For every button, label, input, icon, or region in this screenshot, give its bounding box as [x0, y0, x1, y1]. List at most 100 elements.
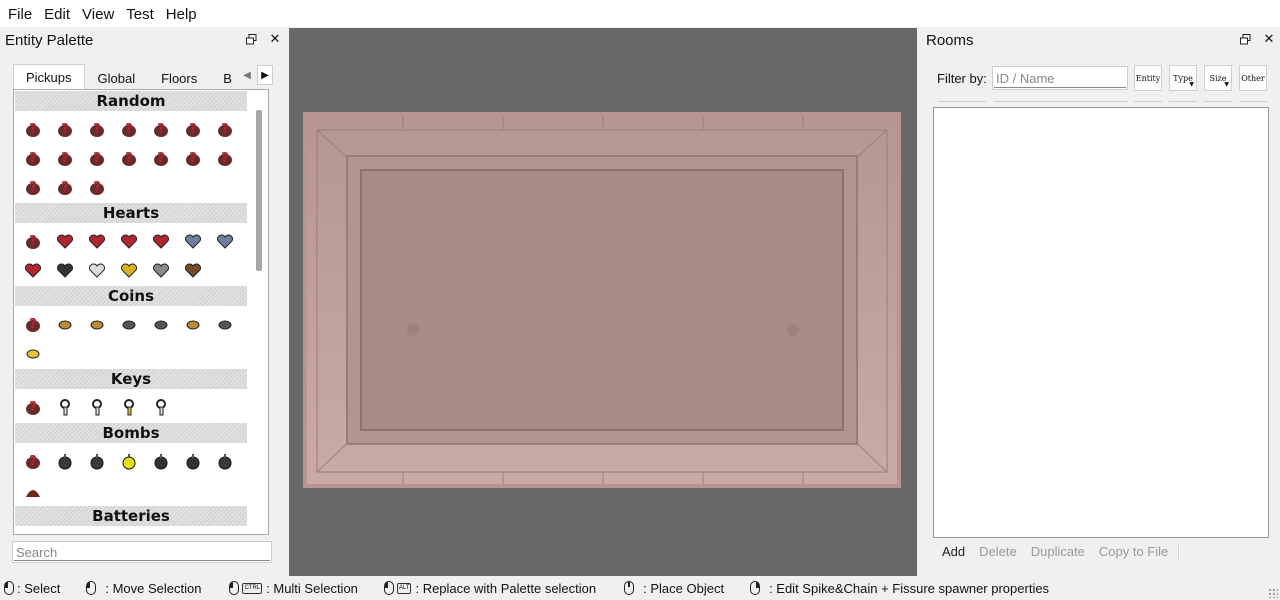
- room-canvas[interactable]: [303, 112, 901, 488]
- random-pickup-icon[interactable]: ?: [17, 114, 49, 143]
- column-header[interactable]: [1169, 97, 1197, 102]
- float-icon[interactable]: [1238, 31, 1252, 47]
- float-icon[interactable]: [244, 31, 258, 47]
- tab-floors[interactable]: Floors: [148, 66, 210, 89]
- resize-grip-icon[interactable]: [1268, 588, 1278, 598]
- gold-heart-icon[interactable]: [113, 255, 145, 284]
- rotten-heart-icon[interactable]: [177, 255, 209, 284]
- random-coin-2-icon[interactable]: ?: [81, 143, 113, 172]
- half-soul-heart-icon[interactable]: [209, 226, 241, 255]
- golden-key-icon[interactable]: [113, 392, 145, 421]
- svg-text:?: ?: [29, 400, 37, 415]
- status-hint-select: : Select: [4, 581, 60, 596]
- random-heart-4-icon[interactable]: ?: [49, 172, 81, 201]
- column-header[interactable]: [994, 97, 1128, 102]
- section-header-bombs: Bombs: [15, 423, 247, 443]
- random-coin-bag-icon[interactable]: ?: [81, 172, 113, 201]
- icon-grid: ?: [15, 443, 247, 506]
- random-chest-icon[interactable]: ?: [209, 114, 241, 143]
- random-multi-icon[interactable]: ?: [17, 143, 49, 172]
- key-icon[interactable]: [49, 392, 81, 421]
- random-bomb-2-icon[interactable]: ?: [145, 143, 177, 172]
- svg-text:?: ?: [93, 151, 101, 166]
- mega-troll-bomb-icon[interactable]: [177, 446, 209, 475]
- random-sack-icon[interactable]: ?: [17, 172, 49, 201]
- charged-key-icon[interactable]: [145, 392, 177, 421]
- lucky-penny-icon[interactable]: [177, 309, 209, 338]
- add-room-button[interactable]: Add: [935, 544, 972, 559]
- filter-size-button[interactable]: Size ▼: [1204, 65, 1232, 91]
- menu-edit[interactable]: Edit: [38, 2, 76, 26]
- bone-heart-icon[interactable]: [145, 255, 177, 284]
- column-header[interactable]: [1134, 97, 1162, 102]
- column-header[interactable]: [1239, 97, 1267, 102]
- penny-icon[interactable]: [49, 309, 81, 338]
- eternal-heart-icon[interactable]: [81, 255, 113, 284]
- duplicate-room-button[interactable]: Duplicate: [1024, 544, 1092, 559]
- close-icon[interactable]: ✕: [268, 31, 282, 47]
- half-heart-icon[interactable]: [81, 226, 113, 255]
- random-key-2-icon[interactable]: ?: [113, 143, 145, 172]
- double-key-icon[interactable]: [81, 392, 113, 421]
- menu-view[interactable]: View: [76, 2, 120, 26]
- heart-random-icon[interactable]: ?: [17, 226, 49, 255]
- palette-search-input[interactable]: Search: [12, 541, 272, 563]
- red-heart-icon[interactable]: [49, 226, 81, 255]
- close-icon[interactable]: ✕: [1262, 31, 1276, 47]
- filter-type-button[interactable]: Type ▼: [1169, 65, 1197, 91]
- tab-pickups[interactable]: Pickups: [13, 64, 85, 89]
- bomb-random-icon[interactable]: ?: [17, 446, 49, 475]
- tab-scroll-left-icon[interactable]: ◀: [239, 65, 255, 85]
- svg-text:?: ?: [29, 122, 37, 137]
- black-heart-icon[interactable]: [49, 255, 81, 284]
- status-hint-place: : Place Object: [624, 581, 724, 596]
- filter-entity-button[interactable]: Entity: [1134, 65, 1162, 91]
- nickel-icon[interactable]: [113, 309, 145, 338]
- key-random-icon[interactable]: ?: [17, 392, 49, 421]
- coin-random-icon[interactable]: ?: [17, 309, 49, 338]
- random-heart-2-icon[interactable]: ?: [177, 114, 209, 143]
- entity-palette-dock: Entity Palette ✕ Pickups Global Floors B…: [0, 28, 286, 576]
- menu-test[interactable]: Test: [120, 2, 160, 26]
- soul-heart-icon[interactable]: [177, 226, 209, 255]
- scared-heart-icon[interactable]: [145, 226, 177, 255]
- bomb-icon[interactable]: [49, 446, 81, 475]
- tab-global[interactable]: Global: [85, 66, 149, 89]
- svg-text:?: ?: [93, 180, 101, 195]
- blended-heart-icon[interactable]: [17, 255, 49, 284]
- column-header[interactable]: [1204, 97, 1232, 102]
- menu-help[interactable]: Help: [160, 2, 203, 26]
- sticky-nickel-icon[interactable]: [209, 309, 241, 338]
- random-bomb-icon[interactable]: ?: [145, 114, 177, 143]
- random-coin-icon[interactable]: ?: [113, 114, 145, 143]
- palette-scrollbar[interactable]: [256, 110, 262, 271]
- room-list[interactable]: [933, 107, 1269, 538]
- entity-palette-title-bar: Entity Palette ✕: [0, 28, 286, 52]
- dime-icon[interactable]: [145, 309, 177, 338]
- menu-file[interactable]: File: [2, 2, 38, 26]
- double-bomb-icon[interactable]: [81, 446, 113, 475]
- tab-scroll-right-icon[interactable]: ▶: [257, 65, 273, 85]
- room-viewport[interactable]: [289, 28, 917, 576]
- delete-room-button[interactable]: Delete: [972, 544, 1024, 559]
- random-pill-icon[interactable]: ?: [209, 143, 241, 172]
- golden-penny-icon[interactable]: [17, 338, 49, 367]
- giga-bomb-icon[interactable]: [209, 446, 241, 475]
- room-filter-input[interactable]: ID / Name: [992, 66, 1128, 90]
- double-heart-icon[interactable]: [113, 226, 145, 255]
- random-heart-icon[interactable]: ?: [49, 114, 81, 143]
- troll-bomb-icon[interactable]: [145, 446, 177, 475]
- random-heart-3-icon[interactable]: ?: [49, 143, 81, 172]
- random-key-icon[interactable]: ?: [81, 114, 113, 143]
- column-header[interactable]: [938, 97, 986, 102]
- left-click-icon: [4, 581, 14, 595]
- svg-text:?: ?: [61, 151, 69, 166]
- status-hint-text: : Edit Spike&Chain + Fissure spawner pro…: [769, 580, 1050, 596]
- copy-to-file-button[interactable]: Copy to File: [1092, 544, 1175, 559]
- right-click-icon: [750, 581, 761, 595]
- filter-other-button[interactable]: Other: [1239, 65, 1267, 91]
- poop-icon[interactable]: [17, 475, 49, 504]
- random-card-icon[interactable]: ?: [177, 143, 209, 172]
- double-penny-icon[interactable]: [81, 309, 113, 338]
- golden-bomb-icon[interactable]: [113, 446, 145, 475]
